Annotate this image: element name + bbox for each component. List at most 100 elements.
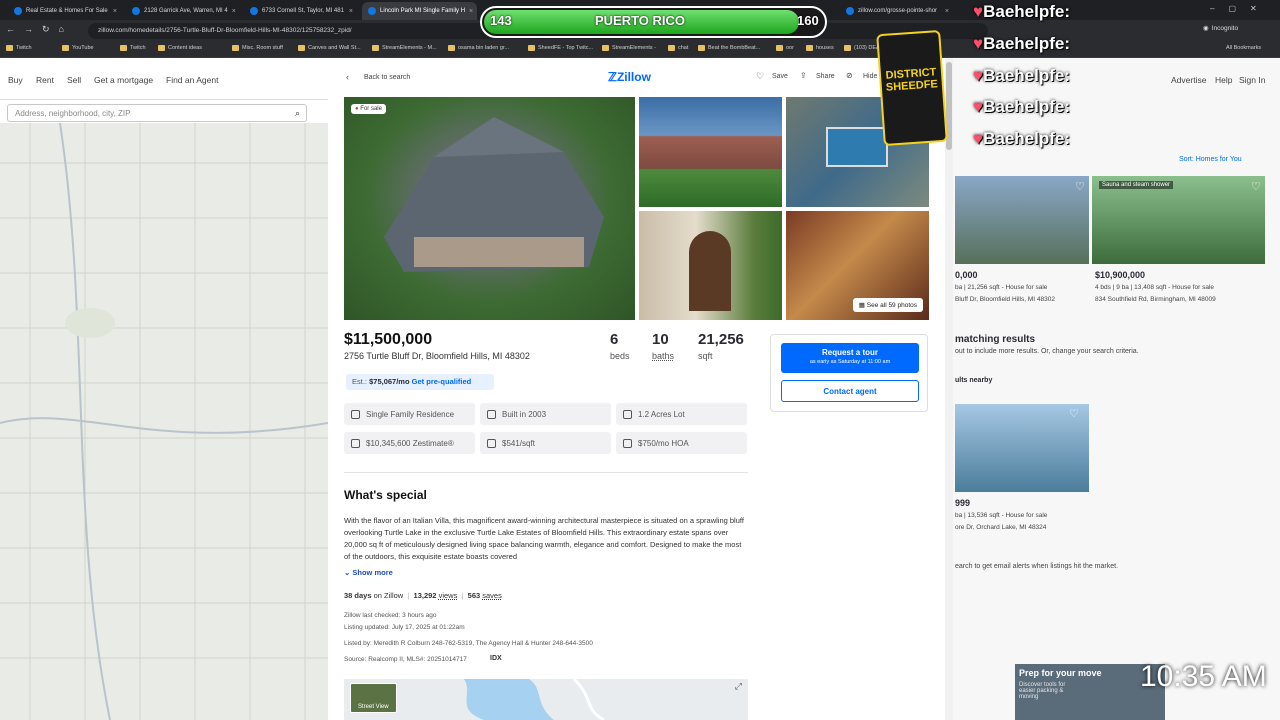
house-illustration <box>384 117 604 272</box>
share-icon[interactable]: ⇪ <box>800 71 807 80</box>
close-icon[interactable]: × <box>113 8 117 15</box>
share-button[interactable]: Share <box>816 73 835 80</box>
lot-icon <box>623 409 632 419</box>
nav-advertise[interactable]: Advertise <box>1171 75 1206 85</box>
saves-label[interactable]: saves <box>482 591 502 600</box>
tab-label: 2128 Garrick Ave, Warren, MI 4 <box>144 8 228 14</box>
bookmark-label: Twitch <box>130 45 146 51</box>
heart-icon[interactable]: ♡ <box>1069 407 1079 420</box>
all-bookmarks[interactable]: All Bookmarks <box>1226 45 1261 51</box>
listing-address: 834 Southfield Rd, Birmingham, MI 48009 <box>1095 296 1216 303</box>
forward-arrow-icon[interactable]: → <box>24 24 33 35</box>
hide-icon[interactable]: ⊘ <box>846 71 853 80</box>
home-icon[interactable]: ⌂ <box>59 24 64 35</box>
nav-find-agent[interactable]: Find an Agent <box>166 75 218 85</box>
listing-details: ba | 13,536 sqft - House for sale <box>955 512 1048 519</box>
see-all-photos-button[interactable]: ▦ See all 59 photos <box>852 298 923 312</box>
hide-button[interactable]: Hide <box>863 73 877 80</box>
nav-mortgage[interactable]: Get a mortgage <box>94 75 153 85</box>
bookmark[interactable]: Twitch <box>120 45 146 51</box>
bookmark[interactable]: Twitch <box>6 45 32 51</box>
chat-message: ♥Baehelpfe: <box>973 66 1070 86</box>
search-icon[interactable]: ⌕ <box>295 108 300 119</box>
save-button[interactable]: Save <box>772 73 788 80</box>
beds-label: beds <box>610 351 630 361</box>
bookmark[interactable]: (103) DEA <box>844 45 880 51</box>
main-photo[interactable]: ● For sale <box>344 97 635 320</box>
listed-by: Listed by: Meredith R Colburn 248-762-53… <box>344 640 593 647</box>
baths-value: 10 <box>652 331 669 348</box>
bookmark[interactable]: houses <box>806 45 834 51</box>
bookmark[interactable]: chat <box>668 45 688 51</box>
photo-thumbnail[interactable] <box>639 211 782 320</box>
heart-icon[interactable]: ♡ <box>1075 180 1085 193</box>
listing-photo[interactable] <box>1092 176 1265 264</box>
back-to-search[interactable]: Back to search <box>364 74 410 81</box>
zillow-favicon-icon <box>250 7 258 15</box>
photo-thumbnail[interactable] <box>639 97 782 207</box>
bookmark-label: (103) DEA <box>854 45 880 51</box>
bookmark-label: StreamElements - M... <box>382 45 437 51</box>
street-view-button[interactable]: Street View <box>350 683 397 713</box>
nav-sell[interactable]: Sell <box>67 75 81 85</box>
nav-help[interactable]: Help <box>1215 75 1232 85</box>
back-arrow-icon[interactable]: ← <box>6 24 15 35</box>
bookmark[interactable]: Canves and Wall St... <box>298 45 361 51</box>
bookmark[interactable]: Content ideas <box>158 45 202 51</box>
fact-label: $10,345,600 Zestimate® <box>366 438 454 448</box>
score-title: PUERTO RICO <box>594 13 686 28</box>
fact-label: $541/sqft <box>502 438 535 448</box>
sort-dropdown[interactable]: Sort: Homes for You <box>1179 156 1242 163</box>
reload-icon[interactable]: ↻ <box>42 24 50 35</box>
request-tour-button[interactable]: Request a tour as early as Saturday at 1… <box>781 343 919 373</box>
browser-tab[interactable]: 2128 Garrick Ave, Warren, MI 4 × <box>126 2 241 20</box>
stream-clock: 10:35 AM <box>1140 660 1267 693</box>
bookmark[interactable]: YouTube <box>62 45 94 51</box>
browser-tab[interactable]: zillow.com/grosse-pointe-shor × <box>840 2 955 20</box>
close-icon[interactable]: × <box>232 8 236 15</box>
views-label[interactable]: views <box>439 591 458 600</box>
nav-sign-in[interactable]: Sign In <box>1239 75 1265 85</box>
prequal-link[interactable]: Get pre-qualified <box>412 377 472 386</box>
location-map[interactable]: Street View ⤢ <box>344 677 748 720</box>
bookmark[interactable]: StreamElements - <box>602 45 656 51</box>
close-icon[interactable]: × <box>469 8 473 15</box>
payment-estimate[interactable]: Est.: $75,067/mo Get pre-qualified <box>346 374 494 390</box>
bookmark-icon <box>6 45 13 51</box>
nav-rent[interactable]: Rent <box>36 75 54 85</box>
bookmark[interactable]: oor <box>776 45 794 51</box>
incognito-indicator[interactable]: ◉ Incognito <box>1203 24 1238 33</box>
scrollbar[interactable] <box>945 58 953 720</box>
photo-thumbnail[interactable]: ▦ See all 59 photos <box>786 211 929 320</box>
listing-tag: Sauna and steam shower <box>1099 181 1174 189</box>
pool-shape <box>826 127 888 167</box>
browser-tab-active[interactable]: Lincoln Park MI Single Family H × <box>362 2 477 20</box>
bookmark-label: Twitch <box>16 45 32 51</box>
contact-agent-button[interactable]: Contact agent <box>781 380 919 402</box>
heart-icon[interactable]: ♡ <box>756 71 764 82</box>
bookmark[interactable]: Misc. Room stuff <box>232 45 283 51</box>
heart-icon[interactable]: ♡ <box>1251 180 1261 193</box>
bookmark[interactable]: osama bin laden gr... <box>448 45 509 51</box>
listing-details: 4 bds | 9 ba | 13,408 sqft - House for s… <box>1095 284 1215 291</box>
bookmark[interactable]: StreamElements - M... <box>372 45 437 51</box>
baths-label[interactable]: baths <box>652 351 674 361</box>
chevron-left-icon[interactable]: ‹ <box>346 72 349 82</box>
zillow-z-icon: ℤ <box>608 70 617 84</box>
close-icon[interactable]: × <box>349 8 353 15</box>
browser-tab[interactable]: Real Estate & Homes For Sale × <box>8 2 123 20</box>
fact-zestimate[interactable]: $10,345,600 Zestimate® <box>344 432 475 454</box>
show-more-button[interactable]: ⌄ Show more <box>344 568 393 577</box>
bookmark[interactable]: Beat the BombBeat... <box>698 45 760 51</box>
bookmark-icon <box>776 45 783 51</box>
map[interactable] <box>0 123 328 720</box>
nav-buy[interactable]: Buy <box>8 75 23 85</box>
listing-photo[interactable] <box>955 176 1089 264</box>
window-controls[interactable]: –▢✕ <box>1210 4 1271 13</box>
expand-icon[interactable]: ⤢ <box>735 681 742 692</box>
search-input[interactable]: Address, neighborhood, city, ZIP ⌕ <box>7 104 307 122</box>
listing-details: ba | 21,256 sqft - House for sale <box>955 284 1048 291</box>
bookmark[interactable]: SheedFE - Top Twitc... <box>528 45 593 51</box>
close-icon[interactable]: × <box>945 8 949 15</box>
browser-tab[interactable]: 6733 Cornell St, Taylor, MI 481 × <box>244 2 359 20</box>
